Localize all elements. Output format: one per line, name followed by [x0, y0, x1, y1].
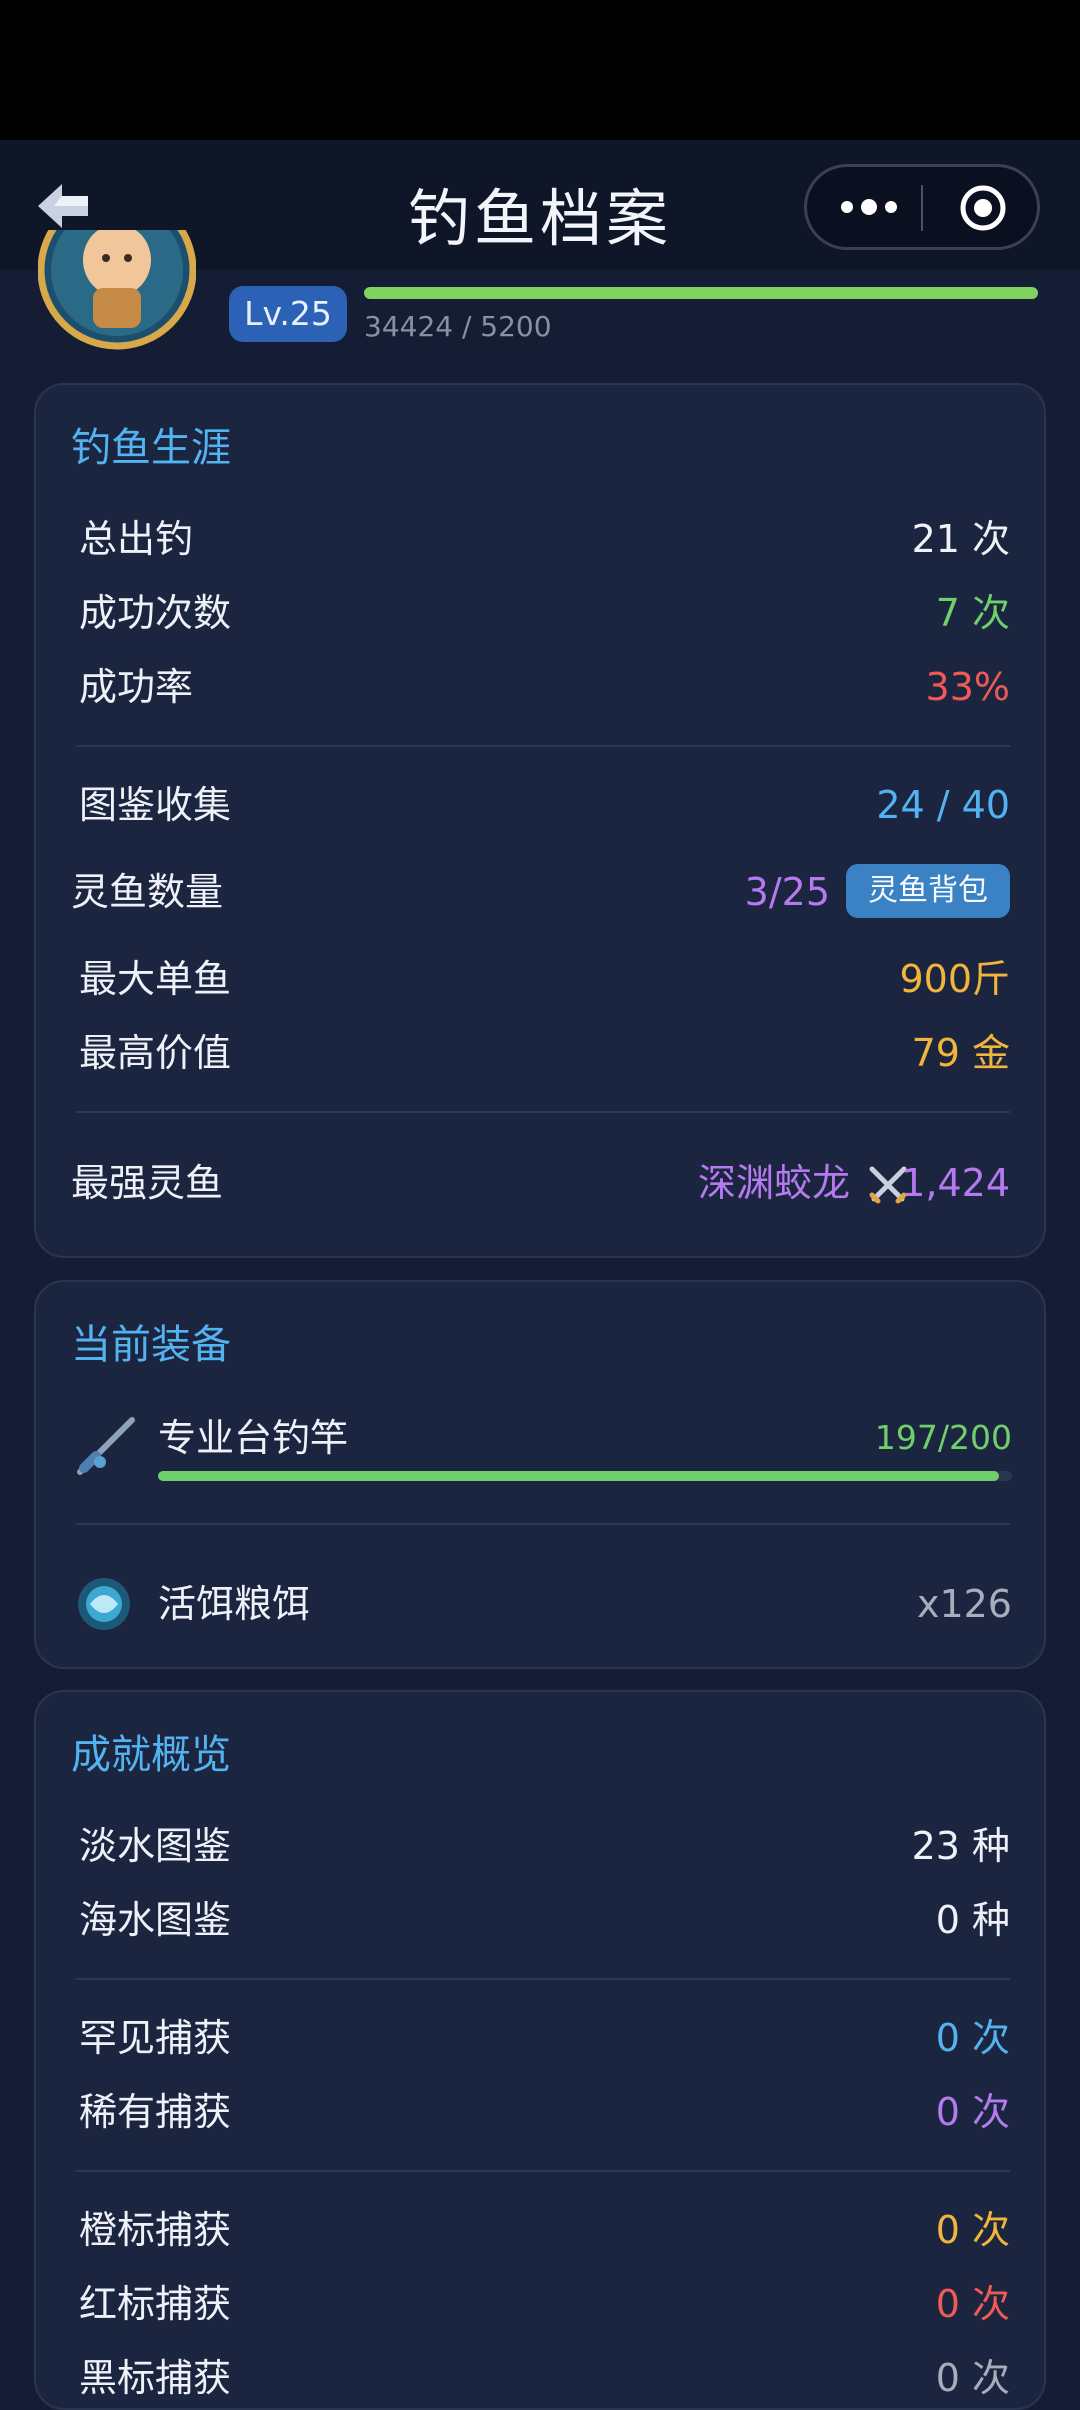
- strongest-spirit-label: 最强灵鱼: [71, 1161, 224, 1205]
- divider: [76, 745, 1010, 747]
- highest-value-row: 最高价值 79 金: [79, 1023, 1010, 1083]
- collection-row: 图鉴收集 24 / 40: [79, 775, 1010, 835]
- freshwater-label: 淡水图鉴: [79, 1824, 232, 1868]
- biggest-fish-label: 最大单鱼: [79, 957, 232, 1001]
- divider: [76, 1978, 1010, 1980]
- rod-durability: 197/200: [874, 1418, 1012, 1457]
- collection-value: 24 / 40: [876, 783, 1010, 827]
- capsule-divider: [921, 185, 923, 231]
- rare-catch-value: 0 次: [935, 2090, 1010, 2134]
- status-bar: [0, 0, 1080, 140]
- freshwater-value: 23 种: [911, 1824, 1010, 1868]
- black-catch-row: 黑标捕获 0 次: [79, 2348, 1010, 2408]
- avatar[interactable]: [38, 230, 196, 350]
- spirit-fish-row: 灵鱼数量 3/25 灵鱼背包: [71, 862, 1010, 922]
- mini-program-capsule: [804, 164, 1040, 250]
- success-count-row: 成功次数 7 次: [79, 583, 1010, 643]
- rare-catch-label: 稀有捕获: [79, 2090, 232, 2134]
- highest-value-value: 79 金: [911, 1031, 1010, 1075]
- close-target-icon[interactable]: [959, 184, 1007, 232]
- black-catch-value: 0 次: [935, 2356, 1010, 2400]
- achievements-title: 成就概览: [71, 1732, 231, 1778]
- level-badge: Lv.25: [229, 286, 347, 342]
- freshwater-row: 淡水图鉴 23 种: [79, 1816, 1010, 1876]
- orange-catch-label: 橙标捕获: [79, 2208, 232, 2252]
- more-icon[interactable]: [839, 195, 899, 219]
- spirit-fish-label: 灵鱼数量: [71, 870, 224, 914]
- profile-header: Lv.25 34424 / 5200: [0, 230, 1080, 370]
- bait-count: x126: [916, 1582, 1012, 1626]
- divider: [76, 2170, 1010, 2172]
- divider: [76, 1523, 1010, 1525]
- xp-progress-bar: [364, 287, 1038, 299]
- seawater-label: 海水图鉴: [79, 1898, 232, 1942]
- divider: [76, 1111, 1010, 1113]
- red-catch-label: 红标捕获: [79, 2282, 232, 2326]
- highest-value-label: 最高价值: [79, 1031, 232, 1075]
- total-casts-row: 总出钓 21 次: [79, 509, 1010, 569]
- bait-icon: [78, 1578, 130, 1630]
- equipment-title: 当前装备: [71, 1322, 231, 1368]
- achievements-card: 成就概览 淡水图鉴 23 种 海水图鉴 0 种 罕见捕获 0 次 稀有捕获 0 …: [34, 1690, 1046, 2410]
- fishing-rod-icon: [77, 1417, 135, 1475]
- rare-catch-row: 稀有捕获 0 次: [79, 2082, 1010, 2142]
- xp-text: 34424 / 5200: [364, 310, 552, 343]
- xp-progress-fill: [364, 287, 1038, 299]
- total-casts-value: 21 次: [911, 517, 1010, 561]
- seawater-value: 0 种: [935, 1898, 1010, 1942]
- strongest-spirit-row: 最强灵鱼 深渊蛟龙 1,424: [71, 1153, 1010, 1213]
- success-rate-label: 成功率: [79, 665, 194, 709]
- success-count-label: 成功次数: [79, 591, 232, 635]
- biggest-fish-row: 最大单鱼 900斤: [79, 949, 1010, 1009]
- orange-catch-row: 橙标捕获 0 次: [79, 2200, 1010, 2260]
- career-card: 钓鱼生涯 总出钓 21 次 成功次数 7 次 成功率 33% 图鉴收集 24 /…: [34, 383, 1046, 1258]
- seawater-row: 海水图鉴 0 种: [79, 1890, 1010, 1950]
- biggest-fish-value: 900斤: [899, 957, 1010, 1001]
- uncommon-catch-label: 罕见捕获: [79, 2016, 232, 2060]
- strongest-spirit-name: 深渊蛟龙: [697, 1161, 850, 1205]
- uncommon-catch-value: 0 次: [935, 2016, 1010, 2060]
- rod-durability-bar: [158, 1471, 1012, 1481]
- rod-durability-fill: [158, 1471, 1000, 1481]
- spirit-bag-button[interactable]: 灵鱼背包: [846, 864, 1010, 918]
- collection-label: 图鉴收集: [79, 783, 232, 827]
- black-catch-label: 黑标捕获: [79, 2356, 232, 2400]
- strongest-spirit-power: 1,424: [901, 1161, 1010, 1205]
- red-catch-value: 0 次: [935, 2282, 1010, 2326]
- red-catch-row: 红标捕获 0 次: [79, 2274, 1010, 2334]
- uncommon-catch-row: 罕见捕获 0 次: [79, 2008, 1010, 2068]
- success-rate-value: 33%: [925, 665, 1010, 709]
- success-count-value: 7 次: [935, 591, 1010, 635]
- career-title: 钓鱼生涯: [71, 425, 231, 471]
- rod-name: 专业台钓竿: [158, 1416, 349, 1460]
- total-casts-label: 总出钓: [79, 517, 194, 561]
- orange-catch-value: 0 次: [935, 2208, 1010, 2252]
- spirit-fish-value: 3/25: [744, 870, 830, 914]
- equipment-card: 当前装备 专业台钓竿 197/200 活饵粮饵 x126: [34, 1280, 1046, 1669]
- success-rate-row: 成功率 33%: [79, 657, 1010, 717]
- bait-name: 活饵粮饵: [158, 1582, 311, 1626]
